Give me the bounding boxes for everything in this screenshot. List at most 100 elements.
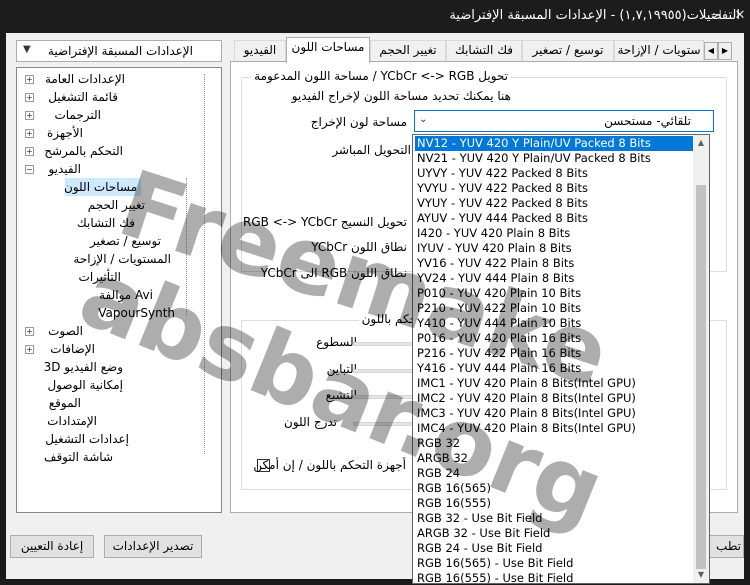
saturation-slider[interactable] xyxy=(353,395,413,399)
tree-collapse-icon[interactable]: − xyxy=(25,165,34,174)
dropdown-option[interactable]: IMC1 - YUV 420 Plain 8 Bits(Intel GPU) xyxy=(415,376,693,391)
dropdown-option[interactable]: P016 - YUV 420 Plain 16 Bits xyxy=(415,331,693,346)
dropdown-option[interactable]: IYUV - YUV 420 Plain 8 Bits xyxy=(415,241,693,256)
dropdown-option[interactable]: RGB 24 - Use Bit Field xyxy=(415,541,693,556)
dropdown-option[interactable]: RGB 16(565) - Use Bit Field xyxy=(415,556,693,571)
tree-item-video[interactable]: − الفيديو xyxy=(23,160,221,178)
tree-item-location[interactable]: الموقع xyxy=(23,394,221,412)
tab-colorspaces[interactable]: مساحات اللون xyxy=(286,37,370,63)
tree-item-label: الإمتدادات xyxy=(47,414,97,428)
dropdown-option[interactable]: VYUY - YUV 422 Packed 8 Bits xyxy=(415,196,693,211)
tree-item-devices[interactable]: + الأجهزة xyxy=(23,124,221,142)
dropdown-option[interactable]: Y410 - YUV 444 Plain 10 Bits xyxy=(415,316,693,331)
tree-item-vapoursynth[interactable]: VapourSynth xyxy=(61,304,221,322)
tree-item-label: مساحات اللون xyxy=(64,180,137,194)
dropdown-option[interactable]: IMC2 - YUV 420 Plain 8 Bits(Intel GPU) xyxy=(415,391,693,406)
tree-expand-icon[interactable]: + xyxy=(25,111,34,120)
dropdown-option[interactable]: RGB 32 xyxy=(415,436,693,451)
restore-defaults-button[interactable]: إعادة التعيين xyxy=(10,535,94,558)
dropdown-scrollbar[interactable]: ▲ ▼ xyxy=(693,135,709,583)
settings-tree[interactable]: + الإعدادات العامة + قائمة التشغيل + الترجم… xyxy=(16,67,222,513)
tree-item-audio[interactable]: + الصوت xyxy=(23,322,221,340)
output-colorspace-label: مساحة لون الإخراج xyxy=(310,115,407,129)
tree-expand-icon[interactable]: + xyxy=(25,129,34,138)
tree-item-filter-control[interactable]: + التحكم بالمرشح xyxy=(23,142,221,160)
tree-item-playlist[interactable]: + قائمة التشغيل xyxy=(23,88,221,106)
output-colorspace-dropdown[interactable]: RGB 16(555) - Use Bit Field RGB 16(565) -… xyxy=(412,134,710,584)
tree-item-label: فك التشابك xyxy=(76,216,135,230)
tree-item-label: وضع الفيديو 3D xyxy=(43,360,123,374)
ycbcr-range-label: نطاق اللون YCbCr xyxy=(311,240,407,254)
tab-scroll-left-icon[interactable]: ◀ xyxy=(704,42,718,60)
tree-item-plugins[interactable]: + الإضافات xyxy=(23,340,221,358)
dropdown-option[interactable]: IMC4 - YUV 420 Plain 8 Bits(Intel GPU) xyxy=(415,421,693,436)
texture-conversion-label: تحويل النسيج RGB <-> YCbCr xyxy=(243,215,407,229)
dropdown-option[interactable]: UYVY - YUV 422 Packed 8 Bits xyxy=(415,166,693,181)
dropdown-option[interactable]: RGB 16(555) xyxy=(415,496,693,511)
dropdown-option[interactable]: RGB 24 xyxy=(415,466,693,481)
tree-item-label: المستويات / الإزاحة xyxy=(73,252,171,266)
tree-expand-icon[interactable]: + xyxy=(25,93,34,102)
scroll-up-icon[interactable]: ▲ xyxy=(693,135,709,151)
preset-select-value: الإعدادات المسبقة الإفتراضية xyxy=(47,44,193,58)
scroll-down-icon[interactable]: ▼ xyxy=(693,567,709,583)
tree-item-label: التحكم بالمرشح xyxy=(44,144,123,158)
dropdown-option[interactable]: RGB 16(555) - Use Bit Field xyxy=(415,571,693,583)
tree-item-extensions[interactable]: الإمتدادات xyxy=(23,412,221,430)
dropdown-option[interactable]: RGB 16(565) xyxy=(415,481,693,496)
tree-item-levels[interactable]: المستويات / الإزاحة xyxy=(61,250,221,268)
dropdown-option[interactable]: P216 - YUV 422 Plain 16 Bits xyxy=(415,346,693,361)
tab-zoom[interactable]: توسيع / تصغير xyxy=(522,40,614,61)
tree-item-zoom[interactable]: توسيع / تصغير xyxy=(61,232,221,250)
tab-video[interactable]: الفيديو xyxy=(234,40,286,61)
tree-item-playback-settings[interactable]: إعدادات التشغيل xyxy=(23,430,221,448)
tree-expand-icon[interactable]: + xyxy=(25,327,34,336)
tree-item-label: إعدادات التشغيل xyxy=(45,432,129,446)
tab-deinterlace[interactable]: فك التشابك xyxy=(446,40,522,61)
dropdown-option[interactable]: P010 - YUV 420 Plain 10 Bits xyxy=(415,286,693,301)
dropdown-option[interactable]: I420 - YUV 420 Plain 8 Bits xyxy=(415,226,693,241)
brightness-label: السطوع xyxy=(316,335,357,349)
tree-item-colorspaces[interactable]: مساحات اللون xyxy=(64,178,141,196)
dropdown-option[interactable]: YV16 - YUV 422 Plain 8 Bits xyxy=(415,256,693,271)
tree-item-effects[interactable]: التأثيرات xyxy=(61,268,221,286)
tree-item-screensaver[interactable]: شاشة التوقف xyxy=(23,448,221,466)
tree-expand-icon[interactable]: + xyxy=(25,147,34,156)
export-settings-button[interactable]: تصدير الإعدادات xyxy=(104,535,202,558)
dropdown-option[interactable]: NV21 - YUV 420 Y Plain/UV Packed 8 Bits xyxy=(415,151,693,166)
hue-slider[interactable] xyxy=(353,422,413,426)
dropdown-option[interactable]: IMC3 - YUV 420 Plain 8 Bits(Intel GPU) xyxy=(415,406,693,421)
dropdown-option[interactable]: YVYU - YUV 422 Packed 8 Bits xyxy=(415,181,693,196)
tree-item-label: التأثيرات xyxy=(78,270,121,284)
tree-expand-icon[interactable]: + xyxy=(25,75,34,84)
tree-item-subtitles[interactable]: + الترجمات xyxy=(23,106,221,124)
dropdown-option[interactable]: P210 - YUV 422 Plain 10 Bits xyxy=(415,301,693,316)
tree-item-resize[interactable]: تغيير الحجم xyxy=(61,196,221,214)
preset-select[interactable]: الإعدادات المسبقة الإفتراضية ▼ xyxy=(16,40,222,62)
tree-item-accessibility[interactable]: إمكانية الوصول xyxy=(23,376,221,394)
output-colorspace-select[interactable]: تلقائي- مستحسن ⌄ xyxy=(414,110,714,132)
contrast-slider[interactable] xyxy=(353,369,413,373)
dropdown-option[interactable]: Y416 - YUV 444 Plain 16 Bits xyxy=(415,361,693,376)
dropdown-option[interactable]: ARGB 32 - Use Bit Field xyxy=(415,526,693,541)
tree-item-general[interactable]: + الإعدادات العامة xyxy=(23,70,221,88)
ycbcr-group-title: تحويل YCbCr <-> RGB / مساحة اللون المدعو… xyxy=(251,69,511,83)
dropdown-option[interactable]: ARGB 32 xyxy=(415,451,693,466)
tab-scroll-right-icon[interactable]: ▶ xyxy=(718,42,732,60)
scrollbar-thumb[interactable] xyxy=(696,185,706,569)
tree-item-deinterlace[interactable]: فك التشابك xyxy=(61,214,221,232)
tree-expand-icon[interactable]: + xyxy=(25,345,34,354)
apply-button[interactable]: تطب xyxy=(706,535,744,558)
dropdown-option[interactable]: YV24 - YUV 444 Plain 8 Bits xyxy=(415,271,693,286)
tab-levels[interactable]: ستويات / الإزاحة xyxy=(614,40,704,61)
tree-item-3d-mode[interactable]: وضع الفيديو 3D xyxy=(23,358,221,376)
dropdown-option[interactable]: AYUV - YUV 444 Packed 8 Bits xyxy=(415,211,693,226)
tree-item-label: الترجمات xyxy=(54,108,101,122)
dropdown-option[interactable]: NV12 - YUV 420 Y Plain/UV Packed 8 Bits xyxy=(415,136,693,151)
tree-item-label: توسيع / تصغير xyxy=(89,234,161,248)
tree-item-avi-tuning[interactable]: Avi موالفة xyxy=(61,286,221,304)
brightness-slider[interactable] xyxy=(353,342,413,346)
dropdown-option[interactable]: RGB 32 - Use Bit Field xyxy=(415,511,693,526)
tab-resize[interactable]: تغيير الحجم xyxy=(370,40,446,61)
tree-item-label: قائمة التشغيل xyxy=(48,90,118,104)
